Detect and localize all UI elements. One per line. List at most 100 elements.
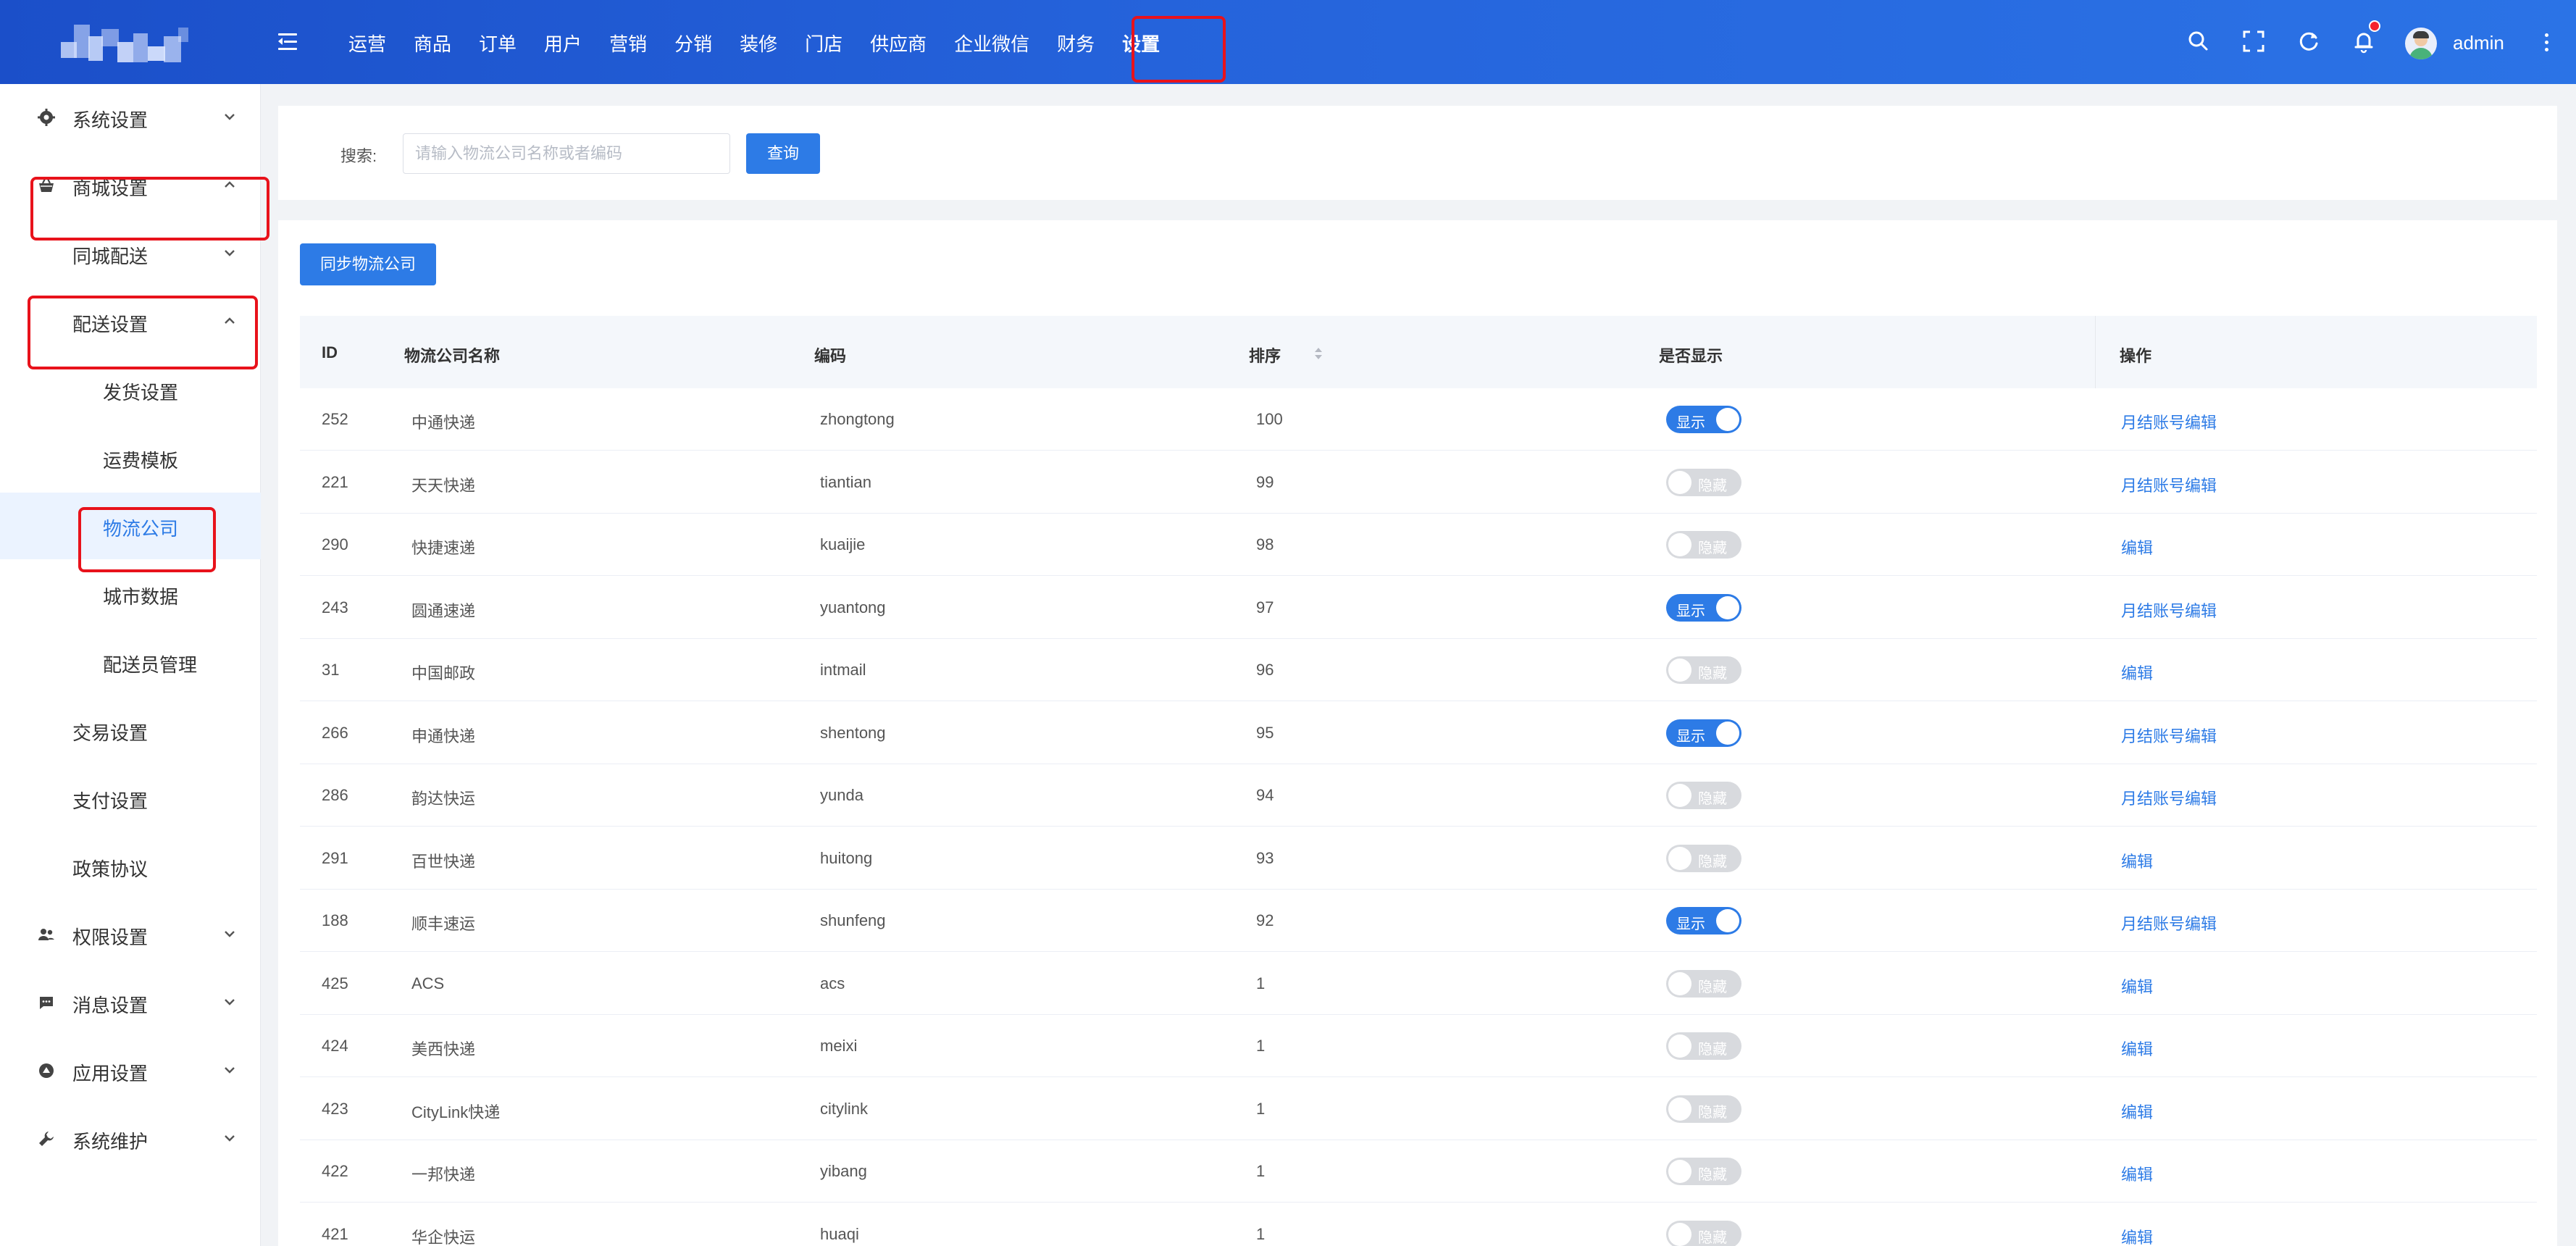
table-row: 221 天天快递 tiantian 99 隐藏 月结账号编辑 — [300, 451, 2537, 514]
switch-label: 隐藏 — [1698, 540, 1727, 556]
sidebar-item-trade-settings[interactable]: 交易设置 — [0, 697, 261, 764]
sidebar-item-delivery-settings[interactable]: 配送设置 — [0, 288, 261, 355]
nav-item-settings[interactable]: 设置 — [1108, 0, 1174, 84]
sidebar-item-label: 应用设置 — [72, 1063, 149, 1084]
visibility-switch[interactable]: 隐藏 — [1666, 468, 1741, 496]
visibility-switch[interactable]: 隐藏 — [1666, 531, 1741, 559]
sidebar-item-courier-management[interactable]: 配送员管理 — [0, 629, 261, 695]
sidebar-item-policy-agreement[interactable]: 政策协议 — [0, 833, 261, 900]
cell-id: 221 — [322, 472, 348, 491]
visibility-switch[interactable]: 显示 — [1666, 907, 1741, 934]
action-link[interactable]: 月结账号编辑 — [2121, 473, 2217, 496]
sidebar-item-system-settings[interactable]: 系统设置 — [0, 84, 261, 151]
sidebar-item-local-delivery[interactable]: 同城配送 — [0, 220, 261, 287]
refresh-icon[interactable] — [2296, 29, 2321, 54]
sidebar-item-shipping-settings[interactable]: 发货设置 — [0, 356, 261, 423]
visibility-switch[interactable]: 隐藏 — [1666, 1032, 1741, 1060]
table-row: 266 申通快递 shentong 95 显示 月结账号编辑 — [300, 702, 2537, 764]
sidebar-item-freight-template[interactable]: 运费模板 — [0, 425, 261, 491]
action-link[interactable]: 编辑 — [2121, 974, 2153, 998]
visibility-switch[interactable]: 显示 — [1666, 719, 1741, 747]
cell-name: CityLink快递 — [411, 1103, 501, 1121]
sort-icon[interactable] — [1314, 346, 1323, 361]
nav-item-users[interactable]: 用户 — [530, 0, 595, 84]
action-link[interactable]: 月结账号编辑 — [2121, 724, 2217, 747]
search-input[interactable] — [403, 133, 730, 174]
nav-item-suppliers[interactable]: 供应商 — [856, 0, 940, 84]
logo[interactable] — [57, 20, 194, 71]
sidebar-item-logistics-companies[interactable]: 物流公司 — [0, 493, 261, 559]
switch-knob — [1716, 909, 1739, 932]
action-link[interactable]: 编辑 — [2121, 1037, 2153, 1060]
action-link[interactable]: 编辑 — [2121, 535, 2153, 559]
action-link[interactable]: 编辑 — [2121, 661, 2153, 684]
sidebar-item-city-data[interactable]: 城市数据 — [0, 561, 261, 627]
visibility-switch[interactable]: 显示 — [1666, 406, 1741, 433]
action-link[interactable]: 月结账号编辑 — [2121, 786, 2217, 809]
nav-item-wecom[interactable]: 企业微信 — [940, 0, 1043, 84]
switch-knob — [1668, 1222, 1691, 1246]
message-icon — [40, 997, 53, 1009]
cell-sort: 93 — [1256, 848, 1274, 867]
cell-sort: 1 — [1256, 1224, 1266, 1243]
search-icon[interactable] — [2186, 29, 2211, 54]
sidebar-item-app-settings[interactable]: 应用设置 — [0, 1037, 261, 1104]
visibility-switch[interactable]: 隐藏 — [1666, 1095, 1741, 1123]
fullscreen-icon[interactable] — [2241, 29, 2266, 54]
chevron-down-icon — [225, 114, 235, 120]
sidebar-item-mall-settings[interactable]: 商城设置 — [0, 152, 261, 219]
action-link[interactable]: 编辑 — [2121, 1225, 2153, 1246]
switch-label: 隐藏 — [1698, 1229, 1727, 1246]
visibility-switch[interactable]: 隐藏 — [1666, 782, 1741, 809]
cell-name: 一邦快递 — [411, 1166, 476, 1184]
nav-item-finance[interactable]: 财务 — [1043, 0, 1108, 84]
cell-sort: 99 — [1256, 472, 1274, 491]
avatar[interactable] — [2405, 28, 2437, 59]
action-link[interactable]: 月结账号编辑 — [2121, 598, 2217, 622]
switch-knob — [1668, 1160, 1691, 1183]
action-link[interactable]: 编辑 — [2121, 1162, 2153, 1185]
cell-name: 美西快递 — [411, 1040, 476, 1058]
nav-item-marketing[interactable]: 营销 — [595, 0, 661, 84]
nav-item-orders[interactable]: 订单 — [465, 0, 530, 84]
query-button[interactable]: 查询 — [746, 133, 820, 174]
visibility-switch[interactable]: 显示 — [1666, 593, 1741, 622]
switch-knob — [1716, 721, 1739, 745]
nav-item-stores[interactable]: 门店 — [791, 0, 856, 84]
sync-logistics-button[interactable]: 同步物流公司 — [300, 243, 436, 285]
sidebar-item-system-maintenance[interactable]: 系统维护 — [0, 1105, 261, 1172]
nav-item-goods[interactable]: 商品 — [400, 0, 465, 84]
nav-item-decoration[interactable]: 装修 — [726, 0, 791, 84]
chevron-up-icon — [225, 181, 235, 188]
menu-collapse-icon[interactable] — [278, 32, 297, 52]
visibility-switch[interactable]: 隐藏 — [1666, 1158, 1741, 1185]
sidebar-item-payment-settings[interactable]: 支付设置 — [0, 765, 261, 832]
action-link[interactable]: 编辑 — [2121, 1100, 2153, 1123]
action-link[interactable]: 编辑 — [2121, 849, 2153, 872]
cell-name: 申通快递 — [411, 727, 476, 745]
visibility-switch[interactable]: 隐藏 — [1666, 656, 1741, 684]
switch-knob — [1716, 408, 1739, 431]
cell-id: 290 — [322, 535, 348, 553]
visibility-switch[interactable]: 隐藏 — [1666, 1220, 1741, 1246]
visibility-switch[interactable]: 隐藏 — [1666, 844, 1741, 872]
sidebar-item-message-settings[interactable]: 消息设置 — [0, 969, 261, 1036]
nav-item-distribution[interactable]: 分销 — [661, 0, 726, 84]
cell-sort: 97 — [1256, 598, 1274, 616]
cell-code: meixi — [820, 1037, 858, 1055]
bell-icon[interactable] — [2351, 29, 2376, 54]
user-name[interactable]: admin — [2453, 32, 2504, 54]
cell-code: kuaijie — [820, 535, 866, 553]
sidebar-item-permission-settings[interactable]: 权限设置 — [0, 901, 261, 968]
sidebar-item-label: 城市数据 — [103, 586, 179, 608]
column-header-sort[interactable]: 排序 — [1249, 343, 1281, 367]
action-link[interactable]: 月结账号编辑 — [2121, 410, 2217, 433]
table-row: 286 韵达快运 yunda 94 隐藏 月结账号编辑 — [300, 764, 2537, 827]
chevron-down-icon — [225, 1135, 235, 1142]
action-link[interactable]: 月结账号编辑 — [2121, 911, 2217, 934]
more-vertical-icon[interactable] — [2543, 32, 2550, 54]
sidebar-item-label: 系统维护 — [72, 1131, 149, 1153]
nav-item-operation[interactable]: 运营 — [335, 0, 400, 84]
app-icon — [39, 1063, 54, 1078]
visibility-switch[interactable]: 隐藏 — [1666, 969, 1741, 998]
